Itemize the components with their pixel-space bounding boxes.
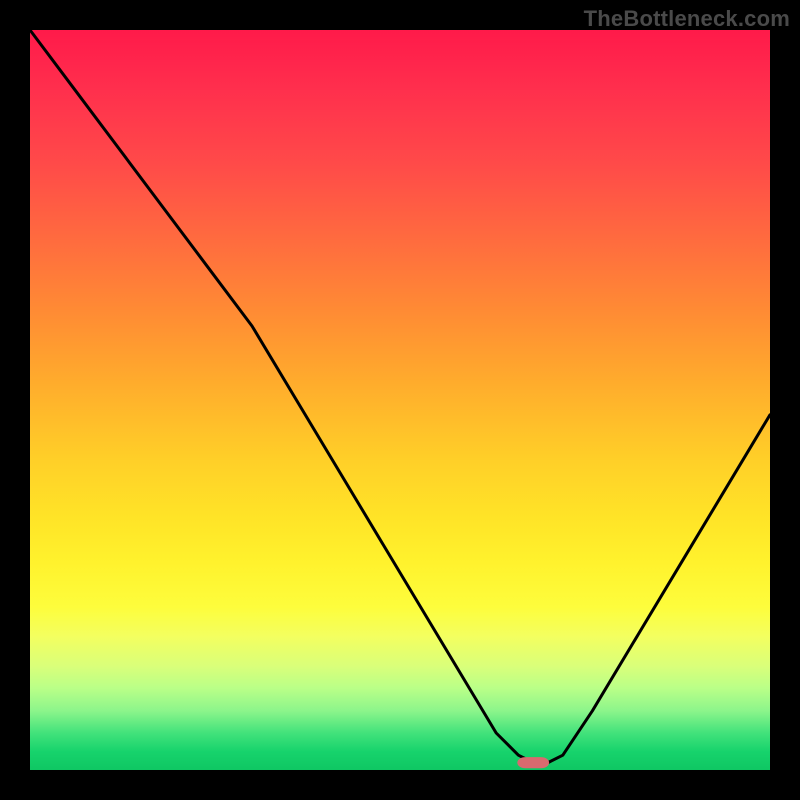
- sweet-spot-marker: [517, 757, 549, 768]
- chart-stage: TheBottleneck.com: [0, 0, 800, 800]
- bottleneck-curve: [30, 30, 770, 763]
- chart-overlay: [0, 0, 800, 800]
- watermark-text: TheBottleneck.com: [584, 6, 790, 32]
